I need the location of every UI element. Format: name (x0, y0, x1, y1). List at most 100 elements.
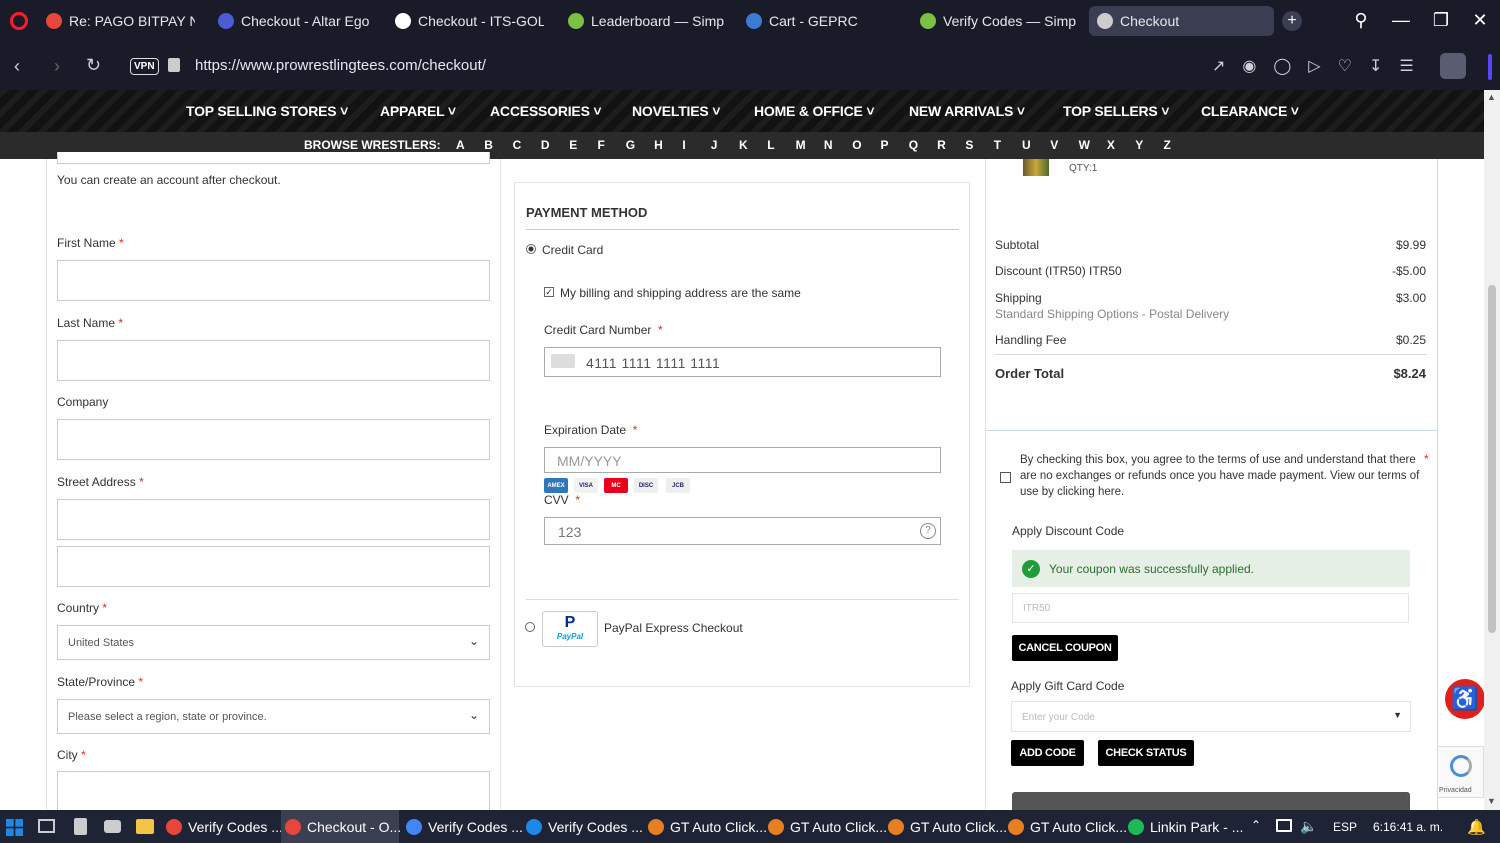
network-icon[interactable] (1276, 819, 1292, 832)
scroll-down-arrow-icon[interactable]: ▼ (1487, 796, 1496, 806)
letter-link[interactable]: O (852, 138, 861, 152)
accessibility-button[interactable]: ♿ (1445, 679, 1484, 719)
city-input[interactable] (57, 771, 490, 810)
recaptcha-privacy-text[interactable]: Privacidad (1439, 787, 1472, 794)
letter-link[interactable]: S (965, 138, 973, 152)
terms-checkbox[interactable] (1000, 472, 1011, 483)
forward-icon[interactable]: › (54, 56, 60, 77)
help-icon[interactable]: ? (920, 523, 936, 539)
first-name-input[interactable] (57, 260, 490, 301)
state-select[interactable]: Please select a region, state or provinc… (57, 699, 490, 734)
letter-link[interactable]: N (824, 138, 833, 152)
paypal-radio[interactable] (525, 622, 535, 632)
letter-link[interactable]: U (1022, 138, 1031, 152)
scrollbar-thumb[interactable] (1488, 285, 1496, 633)
last-name-input[interactable] (57, 340, 490, 381)
street-address-input-2[interactable] (57, 546, 490, 587)
letter-link[interactable]: G (626, 138, 635, 152)
restore-button[interactable]: ❐ (1429, 10, 1453, 31)
letter-link[interactable]: Q (909, 138, 918, 152)
notification-bell-icon[interactable]: 🔔 (1467, 818, 1486, 836)
camera-icon[interactable]: ◉ (1242, 58, 1273, 75)
nav-item[interactable]: NEW ARRIVALS ˅ (909, 103, 1025, 119)
discount-code-input[interactable]: ITR50 (1012, 593, 1409, 623)
taskbar-app[interactable]: Linkin Park - ... (1124, 810, 1243, 843)
nav-item[interactable]: HOME & OFFICE ˅ (754, 103, 874, 119)
letter-link[interactable]: Y (1135, 138, 1143, 152)
letter-link[interactable]: C (513, 138, 522, 152)
profile-icon[interactable] (1440, 53, 1466, 79)
browser-tab[interactable]: Verify Codes — SimplyC (912, 6, 1084, 36)
close-window-button[interactable]: ✕ (1468, 10, 1492, 31)
taskbar-app[interactable]: GT Auto Click... (764, 810, 887, 843)
browser-tab[interactable]: Cart - GEPRC (738, 6, 903, 36)
back-icon[interactable]: ‹ (14, 56, 20, 77)
lock-icon[interactable] (168, 58, 180, 72)
letter-link[interactable]: X (1107, 138, 1115, 152)
page-scrollbar[interactable]: ▲ ▼ (1484, 90, 1500, 810)
file-explorer-icon[interactable] (136, 819, 154, 834)
cancel-coupon-button[interactable]: CANCEL COUPON (1012, 635, 1118, 661)
letter-link[interactable]: W (1079, 138, 1090, 152)
shield-icon[interactable]: ◯ (1273, 58, 1308, 75)
country-select[interactable]: United States ⌄ (57, 625, 490, 660)
letter-link[interactable]: J (711, 138, 718, 152)
letter-link[interactable]: A (456, 138, 465, 152)
reload-icon[interactable]: ↻ (86, 55, 101, 76)
letter-link[interactable]: D (541, 138, 550, 152)
letter-link[interactable]: L (767, 138, 774, 152)
minimize-button[interactable]: — (1389, 10, 1413, 31)
heart-icon[interactable]: ♡ (1338, 58, 1369, 75)
letter-link[interactable]: Z (1164, 138, 1171, 152)
taskbar-app[interactable]: Checkout - O... (281, 810, 401, 843)
browser-tab[interactable]: Leaderboard — SimplyC (560, 6, 732, 36)
letter-link[interactable]: H (654, 138, 663, 152)
same-address-checkbox[interactable]: ✓ (544, 287, 554, 297)
nav-item[interactable]: CLEARANCE ˅ (1201, 103, 1299, 119)
taskbar-app[interactable]: Verify Codes ... (162, 810, 283, 843)
browser-tab[interactable]: Checkout (1089, 6, 1274, 36)
play-icon[interactable]: ▷ (1308, 58, 1337, 75)
letter-link[interactable]: T (994, 138, 1001, 152)
gift-card-input[interactable]: Enter your Code ▼ (1011, 701, 1411, 732)
browser-tab[interactable]: Checkout - Altar Ego (210, 6, 380, 36)
taskbar-app[interactable]: GT Auto Click... (1004, 810, 1127, 843)
add-code-button[interactable]: ADD CODE (1011, 740, 1084, 766)
tray-chevron-icon[interactable]: ⌃ (1251, 818, 1261, 832)
search-tabs-icon[interactable]: ⚲ (1349, 10, 1373, 31)
task-view-icon[interactable] (38, 819, 55, 833)
letter-link[interactable]: M (796, 138, 806, 152)
cvv-input[interactable]: 123 ? (544, 517, 941, 545)
camera-app-icon[interactable] (104, 820, 121, 833)
letter-link[interactable]: V (1050, 138, 1058, 152)
email-input-bottom-edge[interactable] (57, 152, 490, 164)
company-input[interactable] (57, 419, 490, 460)
nav-item[interactable]: NOVELTIES ˅ (632, 103, 720, 119)
street-address-input-1[interactable] (57, 499, 490, 540)
browser-tab[interactable]: Re: PAGO BITPAY NO REC (38, 6, 203, 36)
credit-card-radio[interactable] (526, 244, 536, 254)
taskbar-app[interactable]: Verify Codes ... (522, 810, 643, 843)
nav-item[interactable]: ACCESSORIES ˅ (490, 103, 602, 119)
download-icon[interactable]: ↧ (1369, 58, 1399, 75)
share-icon[interactable]: ↗ (1212, 58, 1242, 75)
letter-link[interactable]: B (484, 138, 493, 152)
vpn-badge[interactable]: VPN (130, 58, 159, 75)
recaptcha-badge[interactable]: Privacidad (1437, 746, 1484, 798)
url-text[interactable]: https://www.prowrestlingtees.com/checkou… (195, 57, 486, 74)
nav-item[interactable]: TOP SELLERS ˅ (1063, 103, 1169, 119)
taskbar-app[interactable]: Verify Codes ... (402, 810, 523, 843)
taskbar-app[interactable]: GT Auto Click... (644, 810, 767, 843)
opera-logo-icon[interactable] (10, 12, 28, 30)
nav-item[interactable]: APPAREL ˅ (380, 103, 456, 119)
dropdown-arrow-icon[interactable]: ▼ (1393, 710, 1402, 720)
volume-icon[interactable]: 🔈 (1300, 818, 1317, 835)
nav-item[interactable]: TOP SELLING STORES ˅ (186, 103, 348, 119)
new-tab-button[interactable]: + (1282, 11, 1302, 31)
cc-number-input[interactable]: 4111 1111 1111 1111 (544, 347, 941, 377)
calculator-icon[interactable] (74, 818, 87, 835)
letter-link[interactable]: K (739, 138, 748, 152)
windows-start-icon[interactable] (6, 819, 23, 836)
menu-icon[interactable]: ☰ (1399, 58, 1430, 75)
letter-link[interactable]: P (881, 138, 889, 152)
